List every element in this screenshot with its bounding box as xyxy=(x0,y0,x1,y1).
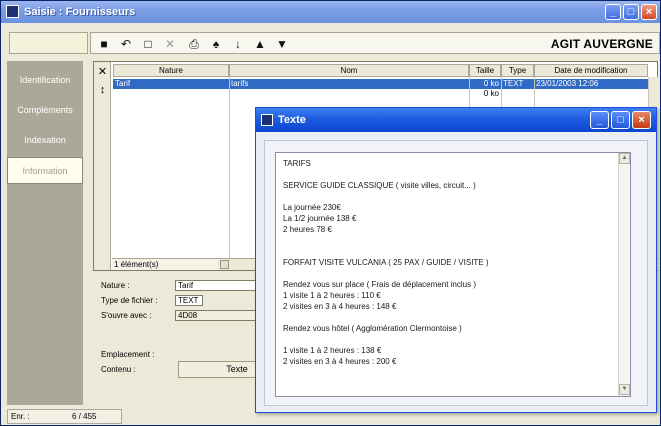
sidebar-item-complements[interactable]: Compléments xyxy=(7,97,83,124)
cell-date: 23/01/2003 12:06 xyxy=(534,79,648,89)
sidebar-item-identification[interactable]: Identification xyxy=(7,67,83,94)
down-arrow-icon[interactable]: ▼ xyxy=(275,37,289,51)
texte-minimize-button[interactable]: _ xyxy=(590,111,609,129)
sort-files-icon[interactable]: ↕ xyxy=(96,84,109,97)
column-header-nom[interactable]: Nom xyxy=(229,64,469,77)
up-arrow-icon[interactable]: ▲ xyxy=(253,37,267,51)
record-value: 6 / 455 xyxy=(72,412,97,421)
content-label: Contenu : xyxy=(101,365,136,374)
column-divider xyxy=(229,77,230,258)
location-label: Emplacement : xyxy=(101,350,155,359)
company-name: AGIT AUVERGNE xyxy=(550,37,653,51)
delete-icon[interactable]: ✕ xyxy=(163,37,177,51)
texte-app-icon xyxy=(261,114,273,126)
file-type-label: Type de fichier : xyxy=(101,296,158,305)
text-vscroll[interactable]: ▲ ▼ xyxy=(618,153,630,396)
toolbar-blank-field xyxy=(9,32,88,54)
cell-type: TEXT xyxy=(501,79,534,89)
maximize-button[interactable]: □ xyxy=(623,4,639,20)
nature-label: Nature : xyxy=(101,281,130,290)
find-icon[interactable]: ♠ xyxy=(209,37,223,51)
table-row[interactable]: 0 ko xyxy=(113,89,648,99)
minimize-button[interactable]: _ xyxy=(605,4,621,20)
file-type-field[interactable]: TEXT xyxy=(175,295,203,306)
opens-with-field[interactable]: 4D08 xyxy=(175,310,259,321)
list-count: 1 élément(s) xyxy=(112,258,218,270)
nature-field[interactable]: Tarif xyxy=(175,280,259,291)
column-header-type[interactable]: Type xyxy=(501,64,534,77)
scroll-down-icon[interactable]: ▼ xyxy=(619,384,630,395)
column-header-taille[interactable]: Taille xyxy=(469,64,501,77)
sidebar-item-indexation[interactable]: Indexation xyxy=(7,127,83,154)
texte-close-button[interactable]: × xyxy=(632,111,651,129)
text-content: TARIFS SERVICE GUIDE CLASSIQUE ( visite … xyxy=(283,159,489,366)
record-label: Enr. : xyxy=(11,412,30,421)
texte-titlebar[interactable]: Texte _ □ × xyxy=(256,108,656,132)
remove-file-icon[interactable]: ✕ xyxy=(96,66,109,79)
sort-icon[interactable]: ↓ xyxy=(231,37,245,51)
cell-taille: 0 ko xyxy=(469,79,501,89)
app-icon xyxy=(6,5,19,18)
texte-window: Texte _ □ × TARIFS SERVICE GUIDE CLASSIQ… xyxy=(255,107,657,413)
window-title: Saisie : Fournisseurs xyxy=(24,6,136,18)
scroll-up-icon[interactable]: ▲ xyxy=(619,153,630,164)
record-counter: Enr. : 6 / 455 xyxy=(7,409,122,424)
save-icon[interactable]: ■ xyxy=(97,37,111,51)
texte-maximize-button[interactable]: □ xyxy=(611,111,630,129)
texte-window-title: Texte xyxy=(278,114,306,126)
scroll-left-icon[interactable] xyxy=(220,260,229,269)
column-header-nature[interactable]: Nature xyxy=(113,64,229,77)
column-header-date[interactable]: Date de modification xyxy=(534,64,648,77)
opens-with-label: S'ouvre avec : xyxy=(101,311,152,320)
cell-nom: tarifs xyxy=(229,79,469,89)
toolbar: ■ ↶ □ ✕ ⎙ ♠ ↓ ▲ ▼ AGIT AUVERGNE xyxy=(2,24,660,58)
close-button[interactable]: × xyxy=(641,4,657,20)
list-toolbar: ✕ ↕ xyxy=(94,62,111,270)
new-doc-icon[interactable]: □ xyxy=(141,37,155,51)
text-content-area[interactable]: TARIFS SERVICE GUIDE CLASSIQUE ( visite … xyxy=(275,152,631,397)
toolbar-strip: ■ ↶ □ ✕ ⎙ ♠ ↓ ▲ ▼ AGIT AUVERGNE xyxy=(90,32,660,54)
sidebar-item-information[interactable]: Information xyxy=(7,157,83,184)
cell-taille: 0 ko xyxy=(483,89,499,98)
table-row[interactable]: Tarif tarifs 0 ko TEXT 23/01/2003 12:06 xyxy=(113,79,648,89)
main-titlebar[interactable]: Saisie : Fournisseurs _ □ × xyxy=(1,1,660,23)
undo-icon[interactable]: ↶ xyxy=(119,37,133,51)
sidebar: Identification Compléments Indexation In… xyxy=(7,61,83,406)
cell-nature: Tarif xyxy=(113,79,229,89)
print-icon[interactable]: ⎙ xyxy=(187,37,201,51)
